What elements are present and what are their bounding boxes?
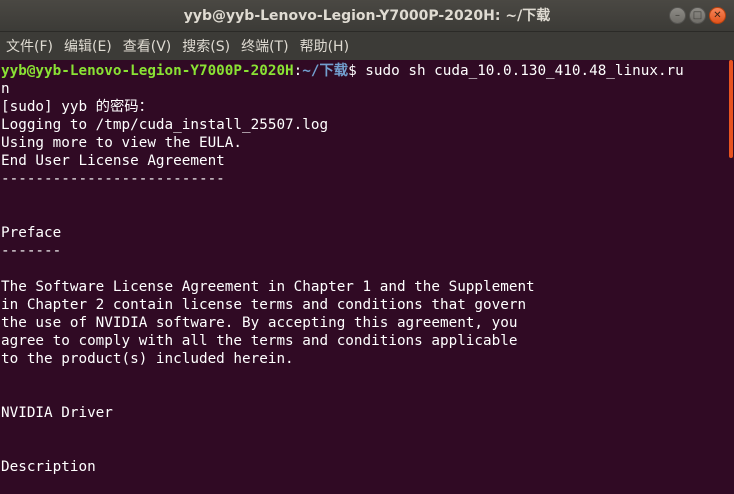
minimize-icon: – bbox=[675, 9, 680, 21]
prompt-symbol: $ bbox=[348, 63, 357, 79]
menu-file[interactable]: 文件(F) bbox=[6, 36, 53, 56]
command-line: yyb@yyb-Lenovo-Legion-Y7000P-2020H:~/下载$… bbox=[1, 62, 726, 80]
output-line: agree to comply with all the terms and c… bbox=[1, 333, 518, 349]
maximize-icon: □ bbox=[692, 9, 703, 21]
prompt-colon: : bbox=[293, 63, 303, 79]
terminal-window: yyb@yyb-Lenovo-Legion-Y7000P-2020H: ~/下载… bbox=[0, 0, 734, 494]
scrollbar[interactable] bbox=[726, 60, 734, 494]
window-controls: – □ ✕ bbox=[669, 7, 726, 25]
output-line: Using more to view the EULA. bbox=[1, 135, 243, 151]
output-line: NVIDIA Driver bbox=[1, 405, 113, 421]
output-line: [sudo] yyb 的密码： bbox=[1, 99, 153, 115]
menu-search[interactable]: 搜索(S) bbox=[182, 36, 230, 56]
menu-help[interactable]: 帮助(H) bbox=[300, 36, 349, 56]
output-line: to the product(s) included herein. bbox=[1, 351, 294, 367]
output-line: End User License Agreement bbox=[1, 153, 225, 169]
output-line: in Chapter 2 contain license terms and c… bbox=[1, 297, 527, 313]
output-line: Description bbox=[1, 459, 96, 475]
prompt-path: ~/下载 bbox=[302, 63, 349, 79]
title-bar[interactable]: yyb@yyb-Lenovo-Legion-Y7000P-2020H: ~/下载… bbox=[0, 0, 734, 32]
scrollbar-thumb[interactable] bbox=[729, 60, 733, 158]
menu-terminal[interactable]: 终端(T) bbox=[241, 36, 288, 56]
output-line: Preface bbox=[1, 225, 62, 241]
command-wrap: n bbox=[1, 81, 10, 97]
output-line: the use of NVIDIA software. By accepting… bbox=[1, 315, 518, 331]
terminal-output[interactable]: yyb@yyb-Lenovo-Legion-Y7000P-2020H:~/下载$… bbox=[0, 60, 726, 494]
window-title: yyb@yyb-Lenovo-Legion-Y7000P-2020H: ~/下载 bbox=[183, 8, 551, 24]
output-line: Logging to /tmp/cuda_install_25507.log bbox=[1, 117, 329, 133]
close-icon: ✕ bbox=[713, 9, 722, 21]
output-line: The Software License Agreement in Chapte… bbox=[1, 279, 535, 295]
close-button[interactable]: ✕ bbox=[709, 7, 726, 24]
menu-view[interactable]: 查看(V) bbox=[123, 36, 172, 56]
menu-bar: 文件(F) 编辑(E) 查看(V) 搜索(S) 终端(T) 帮助(H) bbox=[0, 32, 734, 60]
output-line: -------------------------- bbox=[1, 171, 225, 187]
minimize-button[interactable]: – bbox=[669, 7, 686, 24]
maximize-button[interactable]: □ bbox=[689, 7, 706, 24]
menu-edit[interactable]: 编辑(E) bbox=[64, 36, 112, 56]
prompt-user-host: yyb@yyb-Lenovo-Legion-Y7000P-2020H bbox=[1, 63, 294, 79]
command-text: sudo sh cuda_10.0.130_410.48_linux.ru bbox=[356, 63, 684, 79]
output-line: ------- bbox=[1, 243, 62, 259]
